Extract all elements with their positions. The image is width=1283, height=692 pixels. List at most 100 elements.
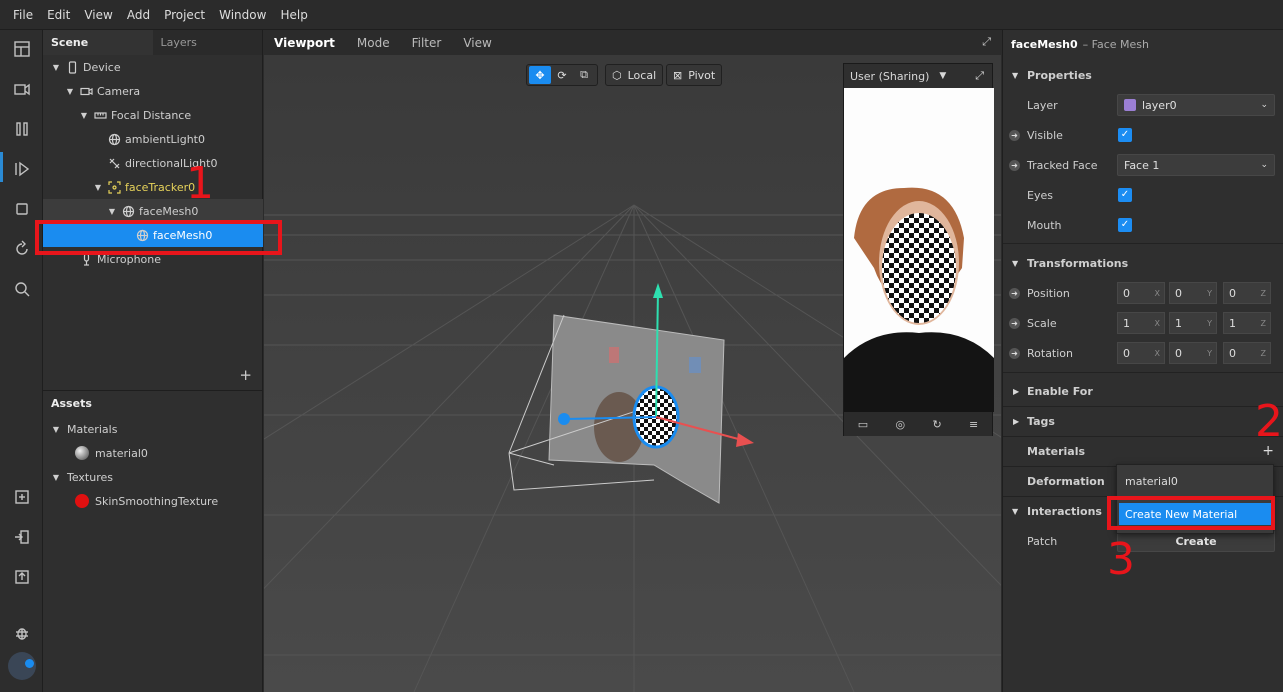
menu-item-material0[interactable]: material0 [1125, 475, 1178, 488]
expand-toggle-icon[interactable]: ▼ [79, 111, 89, 120]
left-toolbar [0, 30, 43, 692]
asset-material0[interactable]: material0 [43, 441, 263, 465]
account-avatar[interactable] [8, 652, 36, 680]
refresh-icon[interactable] [11, 238, 33, 260]
link-arrow-icon[interactable]: ➜ [1009, 129, 1020, 141]
rotation-z-field[interactable]: 0Z [1223, 342, 1271, 364]
notification-dot [25, 659, 34, 668]
tree-item-label: Camera [97, 84, 141, 98]
add-layer-icon[interactable] [11, 486, 33, 508]
section-enable-for[interactable]: ▶ Enable For [1003, 376, 1283, 406]
mouth-row: Mouth ✓ [1003, 210, 1283, 240]
popout-icon[interactable]: ⤢ [975, 69, 984, 83]
menu-view[interactable]: View [77, 8, 119, 22]
expand-toggle-icon[interactable]: ▼ [107, 207, 117, 216]
tab-scene[interactable]: Scene [43, 30, 153, 55]
menu-project[interactable]: Project [157, 8, 212, 22]
tree-item[interactable]: ▼ faceTracker0 [43, 175, 263, 199]
expand-toggle-icon[interactable]: ▼ [93, 183, 103, 192]
expand-toggle-icon[interactable]: ▼ [51, 63, 61, 72]
tree-item[interactable]: directionalLight0 [43, 151, 263, 175]
rotation-y-field[interactable]: 0Y [1169, 342, 1217, 364]
bug-icon[interactable] [11, 622, 33, 644]
tree-item[interactable]: ▼ Device [43, 55, 263, 79]
scale-y-field[interactable]: 1Y [1169, 312, 1217, 334]
pivot-label: Pivot [688, 68, 716, 82]
mesh-icon [120, 204, 136, 218]
pivot-toggle-button[interactable]: ⊠ Pivot [666, 64, 723, 86]
scale-x-field[interactable]: 1X [1117, 312, 1165, 334]
section-tags[interactable]: ▶ Tags [1003, 406, 1283, 436]
layout-icon[interactable] [11, 38, 33, 60]
mouth-checkbox[interactable]: ✓ [1118, 218, 1132, 232]
inspector-title: faceMesh0 – Face Mesh [1011, 38, 1149, 51]
viewport-header: Viewport Mode Filter View ⤢ [264, 30, 1001, 55]
layer-label: Layer [1027, 98, 1058, 112]
tab-layers[interactable]: Layers [152, 30, 262, 55]
eyes-checkbox[interactable]: ✓ [1118, 188, 1132, 202]
assets-group-textures[interactable]: ▼ Textures [43, 465, 263, 489]
section-properties[interactable]: ▼ Properties [1003, 60, 1283, 90]
position-z-field[interactable]: 0Z [1223, 282, 1271, 304]
tab-view[interactable]: View [463, 36, 491, 50]
preview-device-select[interactable]: User (Sharing) [850, 70, 929, 83]
menu-add[interactable]: Add [120, 8, 157, 22]
assets-group-materials[interactable]: ▼ Materials [43, 417, 263, 441]
section-materials: Materials + [1003, 436, 1283, 466]
add-object-button[interactable]: + [239, 366, 252, 384]
visible-checkbox[interactable]: ✓ [1118, 128, 1132, 142]
stop-icon[interactable] [11, 198, 33, 220]
position-y-field[interactable]: 0Y [1169, 282, 1217, 304]
patch-label: Patch [1027, 534, 1058, 548]
menu-window[interactable]: Window [212, 8, 273, 22]
scale-z-field[interactable]: 1Z [1223, 312, 1271, 334]
object-name: faceMesh0 [1011, 38, 1078, 51]
export-icon[interactable] [11, 566, 33, 588]
rotate-tool-icon[interactable]: ⟳ [551, 69, 573, 82]
tree-item-label: faceTracker0 [125, 180, 196, 194]
link-arrow-icon[interactable]: ➜ [1009, 317, 1020, 329]
tab-viewport[interactable]: Viewport [274, 36, 335, 50]
link-arrow-icon[interactable]: ➜ [1009, 287, 1020, 299]
menu-icon[interactable]: ≡ [969, 418, 978, 431]
chevron-down-icon: ⌄ [1260, 100, 1268, 110]
tracked-face-dropdown[interactable]: Face 1 ⌄ [1117, 154, 1275, 176]
local-toggle-button[interactable]: ⬡ Local [605, 64, 664, 86]
link-arrow-icon[interactable]: ➜ [1009, 347, 1020, 359]
menu-help[interactable]: Help [273, 8, 314, 22]
eyes-label: Eyes [1027, 188, 1053, 202]
annotation-box-1 [35, 220, 282, 255]
tree-item[interactable]: ambientLight0 [43, 127, 263, 151]
video-camera-icon[interactable] [11, 78, 33, 100]
menu-file[interactable]: File [6, 8, 40, 22]
tree-item[interactable]: ▼ Camera [43, 79, 263, 103]
tree-item[interactable]: ▼ Focal Distance [43, 103, 263, 127]
toolbar-active-indicator [0, 152, 3, 182]
layer-dropdown[interactable]: layer0 ⌄ [1117, 94, 1275, 116]
menu-edit[interactable]: Edit [40, 8, 77, 22]
rotation-x-field[interactable]: 0X [1117, 342, 1165, 364]
annotation-box-3 [1107, 496, 1275, 530]
position-x-field[interactable]: 0X [1117, 282, 1165, 304]
video-icon[interactable]: ▭ [858, 418, 868, 431]
pause-icon[interactable] [11, 118, 33, 140]
popout-icon[interactable]: ⤢ [982, 35, 991, 49]
rotate-device-icon[interactable]: ↻ [932, 418, 941, 431]
scale-tool-icon[interactable]: ⧉ [573, 68, 595, 82]
play-icon[interactable] [11, 158, 33, 180]
asset-skin-texture[interactable]: SkinSmoothingTexture [43, 489, 263, 513]
annotation-number-3: 3 [1107, 534, 1135, 585]
move-tool-icon[interactable]: ✥ [529, 66, 551, 84]
tab-filter[interactable]: Filter [412, 36, 442, 50]
import-icon[interactable] [11, 526, 33, 548]
tracked-face-row: ➜ Tracked Face Face 1 ⌄ [1003, 150, 1283, 180]
search-icon[interactable] [11, 278, 33, 300]
expand-toggle-icon[interactable]: ▼ [65, 87, 75, 96]
link-arrow-icon[interactable]: ➜ [1009, 159, 1020, 171]
chevron-down-icon[interactable]: ▼ [939, 71, 946, 81]
layer-color-swatch [1124, 99, 1136, 111]
tracked-face-label: Tracked Face [1027, 158, 1098, 172]
tab-mode[interactable]: Mode [357, 36, 390, 50]
screenshot-icon[interactable]: ◎ [895, 418, 905, 431]
section-transformations[interactable]: ▼ Transformations [1003, 248, 1283, 278]
